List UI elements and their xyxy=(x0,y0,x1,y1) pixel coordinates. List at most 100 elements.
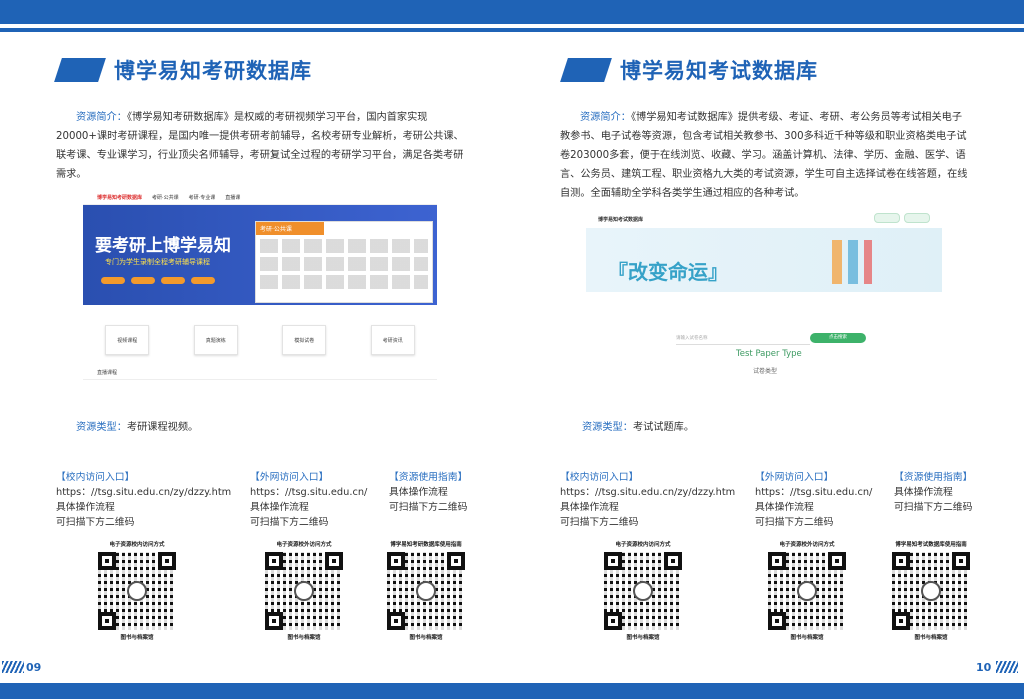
banner-headline: 要考研上博学易知 xyxy=(95,236,231,256)
qr-footer: 图书与档案馆 xyxy=(914,635,948,641)
screenshot-nav-item: 考研·公共课 xyxy=(152,194,179,201)
login-button xyxy=(874,213,900,223)
page-number: 09 xyxy=(26,661,42,674)
col-heading: 【资源使用指南】 xyxy=(894,472,973,483)
qr-footer: 图书与档案馆 xyxy=(120,635,154,641)
col-line: 具体操作流程 xyxy=(560,502,619,513)
access-col-external: 【外网访问入口】 https：//tsg.situ.edu.cn/ 具体操作流程… xyxy=(250,470,367,530)
page-number-stripes xyxy=(996,661,1018,673)
qr-campus: 电子资源校内访问方式 图书与档案馆 xyxy=(92,540,182,641)
access-col-external: 【外网访问入口】 https：//tsg.situ.edu.cn/ 具体操作流程… xyxy=(755,470,872,530)
col-line: 可扫描下方二维码 xyxy=(755,517,834,528)
resource-type: 资源类型：考试试题库。 xyxy=(582,418,694,433)
banner-headline: 『改变命运』 xyxy=(608,260,728,284)
title-accent xyxy=(54,58,106,82)
resource-type-value: 考试试题库。 xyxy=(632,422,695,433)
access-col-guide: 【资源使用指南】 具体操作流程 可扫描下方二维码 xyxy=(894,470,972,515)
qr-external: 电子资源校外访问方式 图书与档案馆 xyxy=(259,540,349,641)
page-title: 博学易知考试数据库 xyxy=(620,59,818,83)
col-line: 可扫描下方二维码 xyxy=(389,502,468,513)
qr-caption: 博学易知考试数据库使用指南 xyxy=(895,542,967,548)
col-line: 具体操作流程 xyxy=(755,502,814,513)
screenshot-live-row: 直播课程 xyxy=(83,369,437,380)
col-line: 具体操作流程 xyxy=(250,502,309,513)
title-accent xyxy=(560,58,612,82)
left-title-block: 博学易知考研数据库 xyxy=(54,55,312,85)
col-heading: 【校内访问入口】 xyxy=(56,472,135,483)
search-button: 点击搜索 xyxy=(810,333,866,343)
resource-type-label: 资源类型： xyxy=(76,422,127,433)
screenshot-nav-item: 直播课 xyxy=(225,194,241,201)
screenshot-logo: 博学易知考研数据库 xyxy=(97,194,143,201)
qr-footer: 图书与档案馆 xyxy=(790,635,824,641)
col-line: 具体操作流程 xyxy=(56,502,115,513)
website-screenshot: 博学易知考研数据库 考研·公共课 考研·专业课 直播课 要考研上博学易知 专门为… xyxy=(83,190,437,385)
right-title-block: 博学易知考试数据库 xyxy=(560,55,818,85)
qr-code-icon[interactable] xyxy=(768,552,846,630)
qr-footer: 图书与档案馆 xyxy=(626,635,660,641)
qr-footer: 图书与档案馆 xyxy=(409,635,443,641)
access-col-guide: 【资源使用指南】 具体操作流程 可扫描下方二维码 xyxy=(389,470,467,515)
test-paper-type-cn: 试卷类型 xyxy=(753,368,778,375)
qr-caption: 博学易知考研数据库使用指南 xyxy=(390,542,462,548)
qr-caption: 电子资源校外访问方式 xyxy=(276,542,332,548)
banner-pills xyxy=(101,277,215,284)
feature-card: 考研资讯 xyxy=(370,325,415,355)
resource-type-value: 考研课程视频。 xyxy=(126,422,199,433)
panel-header: 考研·公共课 xyxy=(256,222,324,235)
intro-text: 《博学易知考试数据库》提供考级、考证、考研、考公务员等考试相关电子教参书、电子试… xyxy=(560,112,968,199)
intro-label: 资源简介： xyxy=(76,112,127,123)
screenshot-banner: 要考研上博学易知 专门为学生录制全程考研辅导课程 考研·公共课 xyxy=(83,205,437,305)
qr-guide: 博学易知考研数据库使用指南 图书与档案馆 xyxy=(381,540,471,641)
intro-paragraph: 资源简介：《博学易知考试数据库》提供考级、考证、考研、考公务员等考试相关电子教参… xyxy=(560,108,972,203)
campus-url[interactable]: https：//tsg.situ.edu.cn/zy/dzzy.htm xyxy=(560,485,735,500)
qr-code-icon[interactable] xyxy=(98,552,176,630)
access-col-campus: 【校内访问入口】 https：//tsg.situ.edu.cn/zy/dzzy… xyxy=(560,470,735,530)
col-heading: 【资源使用指南】 xyxy=(389,472,468,483)
intro-label: 资源简介： xyxy=(580,112,631,123)
register-button xyxy=(904,213,930,223)
screenshot-nav-item: 考研·专业课 xyxy=(188,194,216,201)
qr-external: 电子资源校外访问方式 图书与档案馆 xyxy=(762,540,852,641)
intro-paragraph: 资源简介：《博学易知考研数据库》是权威的考研视频学习平台，国内首家实现20000… xyxy=(56,108,468,184)
col-line: 具体操作流程 xyxy=(389,487,448,498)
col-heading: 【外网访问入口】 xyxy=(250,472,329,483)
screenshot-search: 请输入试卷名称 点击搜索 xyxy=(676,333,866,345)
feature-card: 模拟试卷 xyxy=(282,325,327,355)
external-url[interactable]: https：//tsg.situ.edu.cn/ xyxy=(250,485,367,500)
books-illustration-icon xyxy=(832,240,912,284)
banner-course-panel: 考研·公共课 xyxy=(255,221,433,303)
qr-caption: 电子资源校内访问方式 xyxy=(109,542,165,548)
qr-code-icon[interactable] xyxy=(604,552,682,630)
qr-code-icon[interactable] xyxy=(265,552,343,630)
col-line: 可扫描下方二维码 xyxy=(560,517,639,528)
screenshot-nav: 博学易知考试数据库 xyxy=(586,210,942,228)
qr-guide: 博学易知考试数据库使用指南 图书与档案馆 xyxy=(886,540,976,641)
screenshot-feature-cards: 视频课程 真题演练 模拟试卷 考研资讯 xyxy=(83,325,437,355)
col-line: 可扫描下方二维码 xyxy=(56,517,135,528)
col-heading: 【校内访问入口】 xyxy=(560,472,639,483)
screenshot-nav: 博学易知考研数据库 考研·公共课 考研·专业课 直播课 xyxy=(83,190,437,205)
qr-campus: 电子资源校内访问方式 图书与档案馆 xyxy=(598,540,688,641)
feature-card: 视频课程 xyxy=(105,325,150,355)
qr-code-icon[interactable] xyxy=(892,552,970,630)
qr-code-icon[interactable] xyxy=(387,552,465,630)
exam-website-screenshot: 博学易知考试数据库 『改变命运』 xyxy=(586,210,942,292)
resource-type-label: 资源类型： xyxy=(582,422,633,433)
col-line: 可扫描下方二维码 xyxy=(250,517,329,528)
qr-caption: 电子资源校外访问方式 xyxy=(779,542,835,548)
qr-caption: 电子资源校内访问方式 xyxy=(615,542,671,548)
col-line: 具体操作流程 xyxy=(894,487,953,498)
col-line: 可扫描下方二维码 xyxy=(894,502,973,513)
external-url[interactable]: https：//tsg.situ.edu.cn/ xyxy=(755,485,872,500)
page-number: 10 xyxy=(976,661,992,674)
left-page: 博学易知考研数据库 资源简介：《博学易知考研数据库》是权威的考研视频学习平台，国… xyxy=(0,0,512,699)
page-number-stripes xyxy=(2,661,24,673)
resource-type: 资源类型：考研课程视频。 xyxy=(76,418,198,433)
page-title: 博学易知考研数据库 xyxy=(114,59,312,83)
access-col-campus: 【校内访问入口】 https：//tsg.situ.edu.cn/zy/dzzy… xyxy=(56,470,231,530)
campus-url[interactable]: https：//tsg.situ.edu.cn/zy/dzzy.htm xyxy=(56,485,231,500)
qr-footer: 图书与档案馆 xyxy=(287,635,321,641)
banner-subline: 专门为学生录制全程考研辅导课程 xyxy=(105,258,210,266)
search-input: 请输入试卷名称 xyxy=(676,333,810,345)
